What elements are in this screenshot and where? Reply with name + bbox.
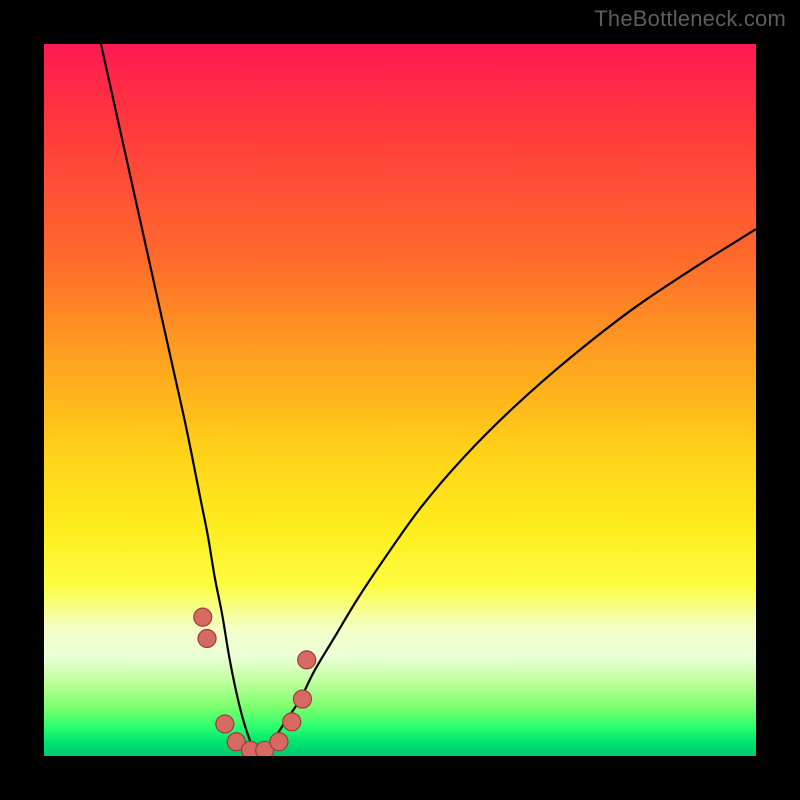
left-curve [101, 44, 258, 756]
marker-dot [216, 715, 234, 733]
marker-dot [194, 608, 212, 626]
marker-dot [198, 630, 216, 648]
highlight-dots [194, 608, 316, 756]
marker-dot [270, 733, 288, 751]
marker-dot [293, 690, 311, 708]
right-curve [258, 229, 756, 756]
chart-frame: TheBottleneck.com [0, 0, 800, 800]
marker-dot [298, 651, 316, 669]
plot-area [44, 44, 756, 756]
watermark-text: TheBottleneck.com [594, 6, 786, 32]
marker-dot [283, 713, 301, 731]
curve-layer [44, 44, 756, 756]
